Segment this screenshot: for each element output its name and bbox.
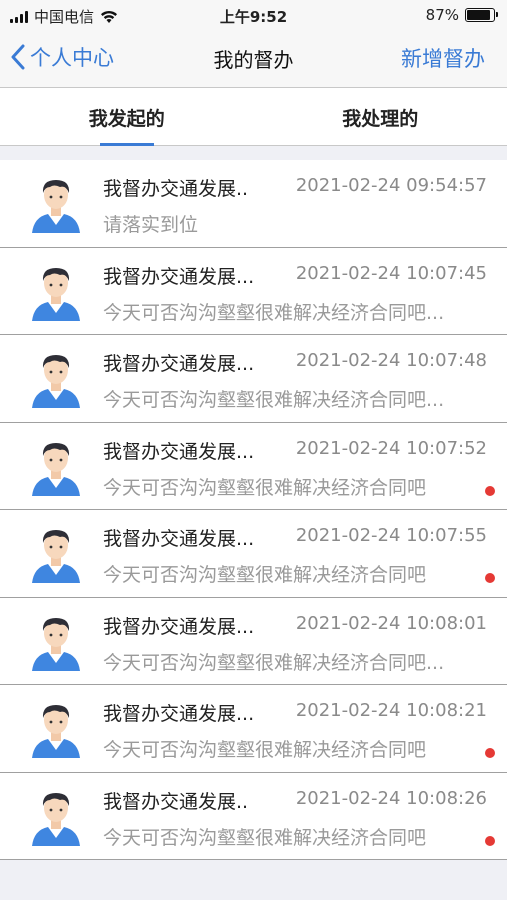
chevron-left-icon	[11, 44, 25, 70]
item-preview: 今天可否沟沟壑壑很难解决经济合同吧...	[103, 389, 445, 411]
navigation-bar: 个人中心 我的督办 新增督办	[0, 30, 507, 88]
battery-percent: 87%	[425, 6, 459, 24]
unread-dot	[485, 485, 495, 496]
item-time: 2021-02-24 10:07:55	[295, 525, 487, 546]
item-time: 2021-02-24 10:07:48	[295, 350, 487, 371]
list-item[interactable]: 我督办交通发展.. 2021-02-24 09:54:57 请落实到位	[0, 160, 507, 248]
item-title: 我督办交通发展...	[103, 615, 255, 638]
avatar-icon	[32, 180, 80, 233]
item-time: 2021-02-24 10:08:21	[295, 700, 487, 721]
avatar-icon	[32, 617, 80, 671]
tab-handled-label: 我处理的	[342, 108, 419, 130]
add-supervision-button[interactable]: 新增督办	[401, 43, 485, 73]
avatar-icon	[32, 705, 80, 758]
unread-dot	[485, 835, 495, 846]
list-item[interactable]: 我督办交通发展... 2021-02-24 10:07:45 今天可否沟沟壑壑很…	[0, 247, 507, 335]
tab-handled[interactable]: 我处理的	[254, 88, 507, 145]
supervision-list: 我督办交通发展.. 2021-02-24 09:54:57 请落实到位 我督办交…	[0, 160, 507, 860]
avatar-icon	[32, 355, 80, 408]
battery-icon	[465, 8, 498, 22]
item-time: 2021-02-24 09:54:57	[295, 175, 487, 196]
item-preview: 请落实到位	[103, 214, 199, 236]
tab-initiated[interactable]: 我发起的	[0, 88, 254, 146]
item-title: 我督办交通发展...	[103, 528, 255, 550]
item-title: 我督办交通发展...	[103, 265, 255, 288]
item-time: 2021-02-24 10:08:01	[295, 612, 487, 634]
item-preview: 今天可否沟沟壑壑很难解决经济合同吧	[103, 739, 427, 761]
tab-initiated-label: 我发起的	[88, 108, 165, 130]
list-item[interactable]: 我督办交通发展... 2021-02-24 10:07:55 今天可否沟沟壑壑很…	[0, 510, 507, 598]
item-time: 2021-02-24 10:07:45	[295, 262, 487, 284]
list-item[interactable]: 我督办交通发展.. 2021-02-24 10:08:26 今天可否沟沟壑壑很难…	[0, 772, 507, 860]
battery-level	[467, 10, 490, 20]
item-title: 我督办交通发展...	[103, 440, 255, 463]
list-item[interactable]: 我督办交通发展... 2021-02-24 10:07:52 今天可否沟沟壑壑很…	[0, 422, 507, 510]
avatar-icon	[32, 530, 80, 583]
item-preview: 今天可否沟沟壑壑很难解决经济合同吧	[103, 476, 427, 499]
item-title: 我督办交通发展...	[103, 353, 255, 375]
unread-dot	[485, 573, 495, 583]
item-title: 我督办交通发展..	[103, 178, 249, 200]
item-title: 我督办交通发展..	[103, 790, 249, 813]
list-item[interactable]: 我督办交通发展... 2021-02-24 10:08:01 今天可否沟沟壑壑很…	[0, 597, 507, 685]
back-button-label: 个人中心	[30, 46, 114, 70]
item-time: 2021-02-24 10:07:52	[295, 437, 487, 459]
list-item[interactable]: 我督办交通发展... 2021-02-24 10:08:21 今天可否沟沟壑壑很…	[0, 685, 507, 773]
item-time: 2021-02-24 10:08:26	[295, 787, 487, 809]
back-button[interactable]: 个人中心	[10, 42, 114, 72]
item-preview: 今天可否沟沟壑壑很难解决经济合同吧...	[103, 651, 445, 674]
unread-dot	[485, 748, 495, 758]
avatar-icon	[32, 792, 80, 846]
avatar-icon	[32, 442, 80, 496]
status-bar: 中国电信 上午9:52 87%	[0, 0, 507, 30]
item-preview: 今天可否沟沟壑壑很难解决经济合同吧	[103, 826, 427, 849]
list-item[interactable]: 我督办交通发展... 2021-02-24 10:07:48 今天可否沟沟壑壑很…	[0, 335, 507, 423]
tab-bar: 我发起的 我处理的	[0, 88, 507, 146]
avatar-icon	[32, 267, 80, 321]
status-right: 87%	[425, 6, 498, 24]
item-preview: 今天可否沟沟壑壑很难解决经济合同吧	[103, 564, 427, 586]
item-title: 我督办交通发展...	[103, 703, 255, 725]
item-preview: 今天可否沟沟壑壑很难解决经济合同吧...	[103, 301, 445, 324]
